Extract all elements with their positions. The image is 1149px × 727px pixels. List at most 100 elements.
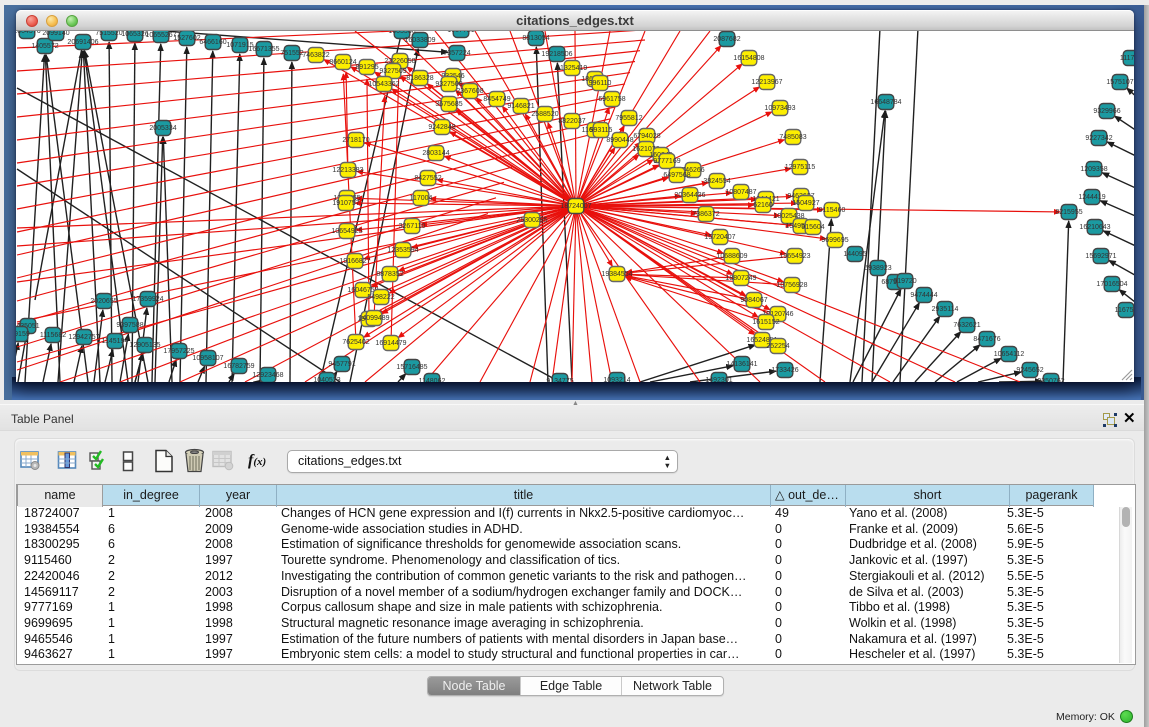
svg-text:9115460: 9115460 <box>819 207 846 214</box>
svg-text:1603380: 1603380 <box>388 31 415 35</box>
svg-text:7515520: 7515520 <box>95 31 122 37</box>
svg-text:111724: 111724 <box>1120 55 1134 62</box>
svg-text:9084067: 9084067 <box>740 297 767 304</box>
svg-text:1405572: 1405572 <box>31 43 58 50</box>
svg-text:9329966: 9329966 <box>1093 108 1120 115</box>
svg-text:1004376: 1004376 <box>16 31 41 35</box>
svg-text:751552: 751552 <box>280 50 303 57</box>
svg-text:9474444: 9474444 <box>910 292 937 299</box>
svg-text:16033809: 16033809 <box>404 37 435 44</box>
svg-text:1209358: 1209358 <box>1080 166 1107 173</box>
svg-text:25300295: 25300295 <box>516 217 547 224</box>
svg-text:19654923: 19654923 <box>779 253 810 260</box>
svg-text:14099489: 14099489 <box>358 315 389 322</box>
svg-text:17957225: 17957225 <box>163 348 194 355</box>
svg-text:12353594: 12353594 <box>387 247 418 254</box>
svg-text:9134775: 9134775 <box>546 378 573 382</box>
svg-text:18807249: 18807249 <box>725 275 756 282</box>
svg-text:3824554: 3824554 <box>703 178 730 185</box>
svg-text:10543362: 10543362 <box>368 81 399 88</box>
svg-text:1504927: 1504927 <box>792 200 819 207</box>
svg-text:1733426: 1733426 <box>771 367 798 374</box>
svg-text:7463822: 7463822 <box>302 52 329 59</box>
svg-text:7485083: 7485083 <box>779 134 806 141</box>
svg-text:1910757: 1910757 <box>332 200 359 207</box>
svg-text:993115: 993115 <box>590 127 613 134</box>
svg-text:18724007: 18724007 <box>560 203 591 210</box>
svg-text:6794028: 6794028 <box>633 133 660 140</box>
svg-text:12213383: 12213383 <box>332 167 363 174</box>
svg-text:1527602: 1527602 <box>173 35 200 42</box>
svg-text:1148062: 1148062 <box>419 378 446 382</box>
svg-text:10973493: 10973493 <box>764 105 795 112</box>
svg-text:15716485: 15716485 <box>396 364 427 371</box>
svg-text:9350762: 9350762 <box>1037 378 1064 382</box>
svg-text:9699695: 9699695 <box>821 237 848 244</box>
svg-text:2087682: 2087682 <box>713 36 740 43</box>
svg-text:8427552: 8427552 <box>414 175 441 182</box>
svg-text:8454749: 8454749 <box>483 96 510 103</box>
svg-text:6497568: 6497568 <box>663 172 690 179</box>
svg-text:8813054: 8813054 <box>522 35 549 42</box>
svg-text:3675685: 3675685 <box>435 101 462 108</box>
svg-text:6961758: 6961758 <box>598 96 625 103</box>
svg-text:2718170: 2718170 <box>342 137 369 144</box>
svg-text:9457791: 9457791 <box>328 361 355 368</box>
svg-text:9227342: 9227342 <box>1085 135 1112 142</box>
svg-text:39159: 39159 <box>16 331 30 338</box>
svg-text:10688609: 10688609 <box>716 253 747 260</box>
svg-text:14136141: 14136141 <box>726 361 757 368</box>
svg-text:919720: 919720 <box>893 278 916 285</box>
svg-text:7625402: 7625402 <box>342 339 369 346</box>
svg-text:1492301: 1492301 <box>705 377 732 382</box>
svg-text:10655267: 10655267 <box>145 32 176 39</box>
svg-text:1145194: 1145194 <box>102 338 129 345</box>
svg-text:8215955: 8215955 <box>1055 209 1082 216</box>
svg-text:1040523: 1040523 <box>313 377 340 382</box>
svg-text:10807487: 10807487 <box>725 189 756 196</box>
svg-text:20691406: 20691406 <box>67 39 98 46</box>
svg-text:15720407: 15720407 <box>704 234 735 241</box>
svg-text:144095: 144095 <box>843 251 866 258</box>
svg-text:3267110: 3267110 <box>399 223 426 230</box>
svg-text:16782759: 16782759 <box>223 363 254 370</box>
svg-text:1115682: 1115682 <box>40 332 66 339</box>
svg-text:10654925: 10654925 <box>331 228 362 235</box>
svg-text:116753: 116753 <box>1115 307 1134 314</box>
svg-text:9146821: 9146821 <box>507 103 534 110</box>
svg-text:10654112: 10654112 <box>994 351 1025 358</box>
svg-text:7632621: 7632621 <box>953 322 980 329</box>
svg-text:8660124: 8660124 <box>329 59 356 66</box>
svg-text:915604: 915604 <box>801 224 824 231</box>
svg-text:7357224: 7357224 <box>443 50 470 57</box>
svg-text:7955812: 7955812 <box>615 115 642 122</box>
svg-text:7386372: 7386372 <box>692 211 719 218</box>
svg-text:1093214: 1093214 <box>603 377 630 382</box>
svg-text:8878352: 8878352 <box>376 271 403 278</box>
svg-text:2803144: 2803144 <box>422 150 449 157</box>
svg-text:17359924: 17359924 <box>132 296 163 303</box>
svg-text:9245652: 9245652 <box>1016 367 1043 374</box>
svg-text:1244419: 1244419 <box>1078 194 1105 201</box>
svg-text:11325419: 11325419 <box>557 65 588 72</box>
svg-text:20364436: 20364436 <box>674 192 705 199</box>
svg-text:9397588: 9397588 <box>116 322 143 329</box>
svg-text:9327509: 9327509 <box>379 68 406 75</box>
svg-text:16648784: 16648784 <box>870 99 901 106</box>
svg-text:1615152: 1615152 <box>752 319 779 326</box>
svg-text:16914479: 16914479 <box>375 340 406 347</box>
svg-text:16210643: 16210643 <box>1079 224 1110 231</box>
svg-text:19166827: 19166827 <box>339 258 370 265</box>
svg-text:12923468: 12923468 <box>252 372 283 379</box>
svg-text:19218506: 19218506 <box>541 51 572 58</box>
svg-text:9777169: 9777169 <box>653 158 680 165</box>
svg-text:2005334: 2005334 <box>149 125 176 132</box>
svg-text:15692971: 15692971 <box>1085 253 1116 260</box>
svg-text:996110: 996110 <box>589 80 612 87</box>
svg-text:1575107: 1575107 <box>1106 79 1133 86</box>
svg-text:62160: 62160 <box>753 202 773 209</box>
svg-text:16671355: 16671355 <box>248 46 279 53</box>
svg-text:8822037: 8822037 <box>558 118 585 125</box>
svg-text:5498222: 5498222 <box>367 294 394 301</box>
svg-text:117004: 117004 <box>410 195 433 202</box>
